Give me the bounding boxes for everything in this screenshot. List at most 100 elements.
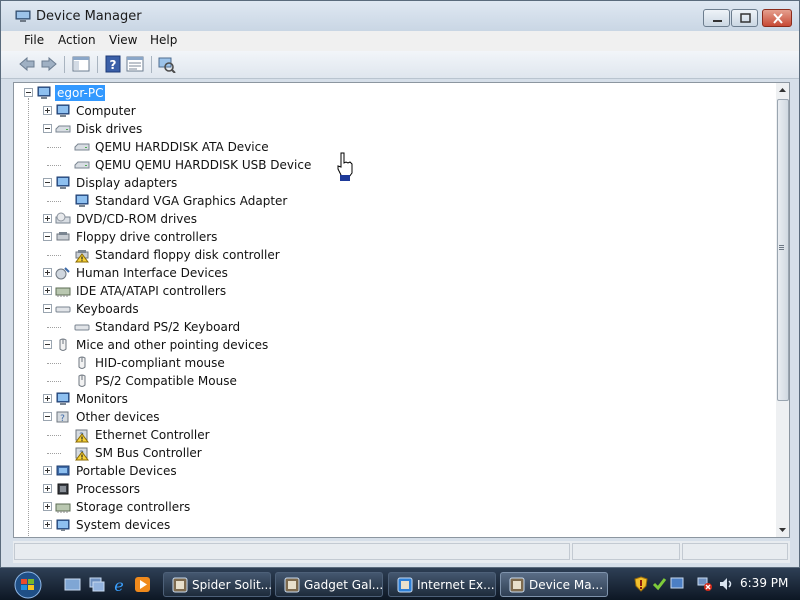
tree-node-label[interactable]: Universal Serial Bus controllers [76, 535, 263, 537]
tree-node[interactable]: Standard floppy disk controller [14, 246, 774, 264]
tree-node[interactable]: Keyboards [14, 300, 774, 318]
tree-node-label[interactable]: Monitors [76, 391, 128, 407]
tree-node-label[interactable]: Disk drives [76, 121, 142, 137]
tree-node-label[interactable]: IDE ATA/ATAPI controllers [76, 283, 226, 299]
tree-node-label[interactable]: QEMU HARDDISK ATA Device [95, 139, 269, 155]
tree-node-label[interactable]: SM Bus Controller [95, 445, 202, 461]
scroll-up-arrow-icon[interactable] [776, 83, 789, 97]
tree-node-label[interactable]: Mice and other pointing devices [76, 337, 268, 353]
scroll-down-arrow-icon[interactable] [776, 523, 789, 537]
tree-node[interactable]: Monitors [14, 390, 774, 408]
show-hide-console-tree-icon[interactable] [71, 55, 91, 73]
expand-plus-icon[interactable] [43, 520, 52, 529]
tree-node-label[interactable]: Standard VGA Graphics Adapter [95, 193, 287, 209]
maximize-button[interactable] [731, 9, 758, 27]
expand-plus-icon[interactable] [43, 106, 52, 115]
tree-node[interactable]: ? Ethernet Controller [14, 426, 774, 444]
expand-plus-icon[interactable] [43, 286, 52, 295]
taskbar-button[interactable]: Gadget Gal... [275, 572, 383, 597]
expand-plus-icon[interactable] [43, 394, 52, 403]
menu-view[interactable]: View [106, 33, 140, 47]
tree-node[interactable]: Disk drives [14, 120, 774, 138]
tree-node[interactable]: Floppy drive controllers [14, 228, 774, 246]
tree-node-label[interactable]: Storage controllers [76, 499, 190, 515]
tree-node[interactable]: Storage controllers [14, 498, 774, 516]
start-button-icon[interactable] [6, 570, 48, 599]
close-button[interactable] [762, 9, 792, 27]
tree-node[interactable]: Standard VGA Graphics Adapter [14, 192, 774, 210]
tree-node-label[interactable]: QEMU QEMU HARDDISK USB Device [95, 157, 311, 173]
minimize-button[interactable] [703, 9, 730, 27]
forward-arrow-icon[interactable] [39, 55, 59, 73]
vertical-scrollbar[interactable] [776, 83, 789, 537]
tree-node[interactable]: PS/2 Compatible Mouse [14, 372, 774, 390]
tree-node-label[interactable]: Standard PS/2 Keyboard [95, 319, 240, 335]
media-player-icon[interactable] [134, 576, 151, 593]
tree-node[interactable]: Computer [14, 102, 774, 120]
menu-file[interactable]: File [21, 33, 47, 47]
tree-node-label[interactable]: Processors [76, 481, 140, 497]
tree-node-label[interactable]: Display adapters [76, 175, 177, 191]
expand-plus-icon[interactable] [43, 268, 52, 277]
show-desktop-icon[interactable] [64, 576, 81, 593]
tree-node[interactable]: Universal Serial Bus controllers [14, 534, 774, 537]
internet-explorer-quicklaunch-icon[interactable]: e [111, 576, 128, 593]
back-arrow-icon[interactable] [17, 55, 37, 73]
tree-node[interactable]: System devices [14, 516, 774, 534]
tree-node-label[interactable]: Other devices [76, 409, 160, 425]
menu-help[interactable]: Help [147, 33, 180, 47]
switch-windows-icon[interactable] [88, 576, 105, 593]
tree-node-label[interactable]: Standard floppy disk controller [95, 247, 280, 263]
collapse-minus-icon[interactable] [43, 232, 52, 241]
taskbar-button[interactable]: Device Ma... [500, 572, 608, 597]
collapse-minus-icon[interactable] [24, 88, 33, 97]
tree-node[interactable]: HID-compliant mouse [14, 354, 774, 372]
taskbar-button[interactable]: Spider Solit... [163, 572, 272, 597]
clock[interactable]: 6:39 PM [740, 576, 788, 590]
tree-node-label[interactable]: egor-PC [55, 85, 106, 101]
collapse-minus-icon[interactable] [43, 340, 52, 349]
tree-node-label[interactable]: Keyboards [76, 301, 139, 317]
tree-node[interactable]: Processors [14, 480, 774, 498]
defender-icon[interactable] [651, 576, 667, 592]
collapse-minus-icon[interactable] [43, 178, 52, 187]
tree-node[interactable]: Standard PS/2 Keyboard [14, 318, 774, 336]
tree-node[interactable]: IDE ATA/ATAPI controllers [14, 282, 774, 300]
security-shield-icon[interactable] [633, 576, 649, 592]
tree-node[interactable]: ? SM Bus Controller [14, 444, 774, 462]
tree-node[interactable]: egor-PC [14, 84, 774, 102]
tree-node-label[interactable]: Computer [76, 103, 136, 119]
tree-node[interactable]: Display adapters [14, 174, 774, 192]
tree-node[interactable]: ? Other devices [14, 408, 774, 426]
collapse-minus-icon[interactable] [43, 124, 52, 133]
tree-node-label[interactable]: System devices [76, 517, 170, 533]
menu-action[interactable]: Action [55, 33, 99, 47]
expand-plus-icon[interactable] [43, 484, 52, 493]
tree-node-label[interactable]: DVD/CD-ROM drives [76, 211, 197, 227]
scrollbar-thumb[interactable] [777, 99, 789, 401]
tree-node-label[interactable]: PS/2 Compatible Mouse [95, 373, 237, 389]
tree-node[interactable]: Mice and other pointing devices [14, 336, 774, 354]
tree-node-label[interactable]: Ethernet Controller [95, 427, 210, 443]
volume-icon[interactable] [718, 576, 734, 592]
tree-node-label[interactable]: Floppy drive controllers [76, 229, 217, 245]
expand-plus-icon[interactable] [43, 466, 52, 475]
tree-node[interactable]: Portable Devices [14, 462, 774, 480]
expand-plus-icon[interactable] [43, 214, 52, 223]
expand-plus-icon[interactable] [43, 502, 52, 511]
tree-node-label[interactable]: HID-compliant mouse [95, 355, 225, 371]
taskbar-button[interactable]: Internet Ex... [388, 572, 496, 597]
collapse-minus-icon[interactable] [43, 412, 52, 421]
tree-node-label[interactable]: Human Interface Devices [76, 265, 228, 281]
tree-node[interactable]: QEMU HARDDISK ATA Device [14, 138, 774, 156]
properties-icon[interactable] [125, 55, 145, 73]
device-tree[interactable]: egor-PC Computer Disk drives QEMU HARDDISK … [14, 83, 776, 537]
help-icon[interactable]: ? [103, 55, 123, 73]
title-bar[interactable]: Device Manager [1, 1, 799, 31]
tree-node[interactable]: DVD/CD-ROM drives [14, 210, 774, 228]
windows-update-icon[interactable] [669, 576, 685, 592]
scan-hardware-changes-icon[interactable] [156, 55, 176, 73]
tree-node[interactable]: Human Interface Devices [14, 264, 774, 282]
collapse-minus-icon[interactable] [43, 304, 52, 313]
tree-node[interactable]: QEMU QEMU HARDDISK USB Device [14, 156, 774, 174]
